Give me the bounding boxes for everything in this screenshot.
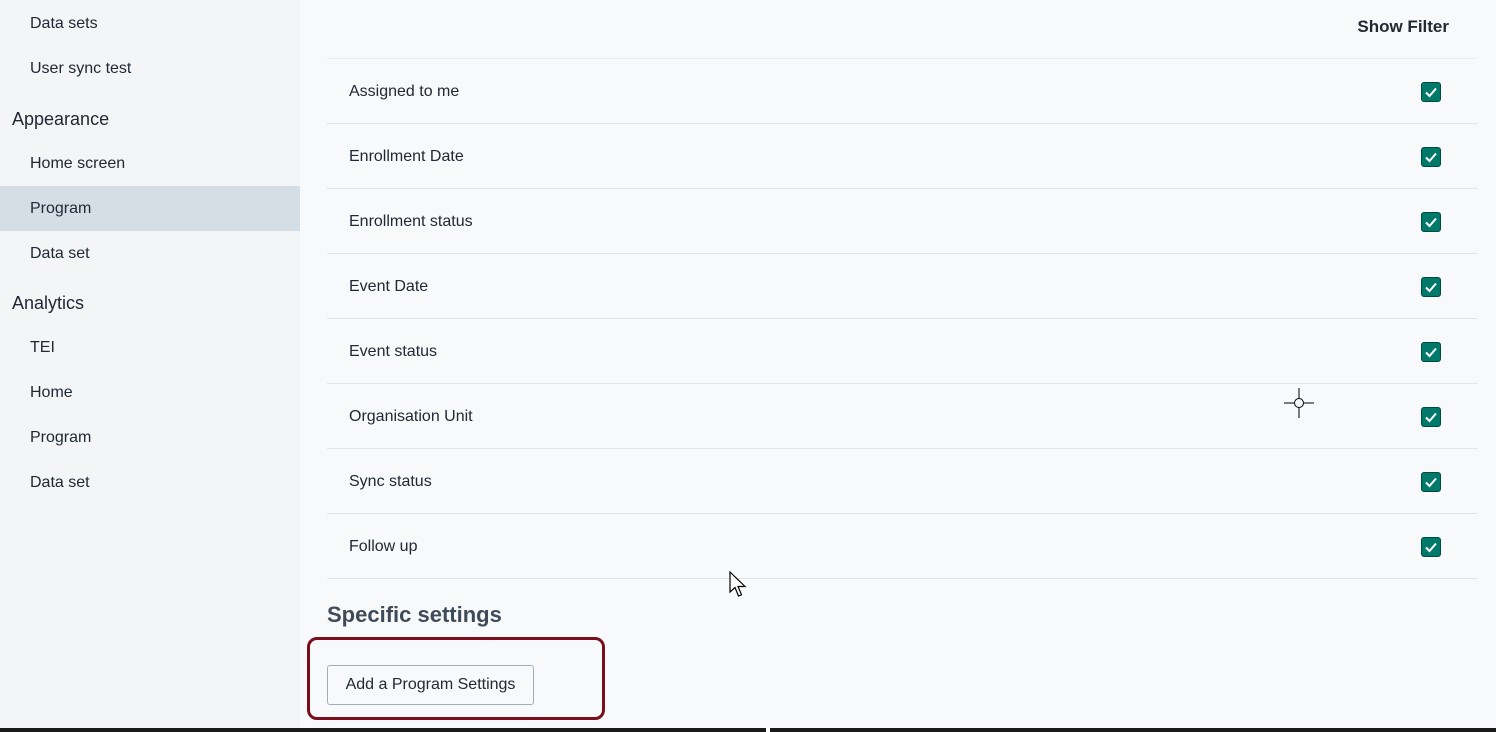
check-icon [1425,217,1437,228]
sidebar-item-label: Data set [30,244,90,262]
sidebar-item-label: Data set [30,473,90,491]
filter-row: Enrollment Date [327,124,1477,189]
bottom-bar [0,728,1496,732]
filter-row: Event status [327,319,1477,384]
filter-checkbox[interactable] [1421,537,1441,557]
sidebar-item-data-set[interactable]: Data set [0,231,300,276]
check-icon [1425,87,1437,98]
filter-checkbox[interactable] [1421,212,1441,232]
filter-checkbox[interactable] [1421,277,1441,297]
mouse-pointer-icon [729,571,747,597]
sidebar-item-label: TEI [30,338,55,356]
sidebar-item-data-sets[interactable]: Data sets [0,1,300,46]
check-icon [1425,542,1437,553]
add-program-settings-button[interactable]: Add a Program Settings [327,665,534,705]
filter-checkbox[interactable] [1421,342,1441,362]
filter-label: Sync status [349,472,432,490]
sidebar-item-tei[interactable]: TEI [0,325,300,370]
sidebar-item-user-sync-test[interactable]: User sync test [0,46,300,91]
filter-checkbox[interactable] [1421,82,1441,102]
filter-label: Assigned to me [349,82,460,100]
sidebar: Data sets User sync test Appearance Home… [0,0,300,728]
filter-label: Event Date [349,277,429,295]
crosshair-cursor-icon [1284,388,1314,418]
sidebar-group-appearance: Appearance [12,108,110,129]
filter-row: Sync status [327,449,1477,514]
check-icon [1425,152,1437,163]
check-icon [1425,347,1437,358]
sidebar-item-label: Home screen [30,154,126,172]
sidebar-item-analytics-data-set[interactable]: Data set [0,460,300,505]
filter-label: Follow up [349,537,418,555]
filter-label: Enrollment status [349,212,473,230]
sidebar-item-label: Program [30,428,92,446]
filter-row: Event Date [327,254,1477,319]
filter-label: Event status [349,342,438,360]
filter-row: Follow up [327,514,1477,579]
sidebar-item-program[interactable]: Program [0,186,300,231]
bottom-marker [766,728,770,732]
sidebar-item-label: Program [30,199,92,217]
sidebar-item-analytics-program[interactable]: Program [0,415,300,460]
filter-checkbox[interactable] [1421,147,1441,167]
check-icon [1425,477,1437,488]
filter-row: Assigned to me [327,59,1477,124]
filter-label: Organisation Unit [349,407,473,425]
check-icon [1425,412,1437,423]
filter-row: Enrollment status [327,189,1477,254]
sidebar-item-label: Data sets [30,14,98,32]
filter-label: Enrollment Date [349,147,464,165]
sidebar-item-home[interactable]: Home [0,370,300,415]
sidebar-item-home-screen[interactable]: Home screen [0,141,300,186]
filter-checkbox[interactable] [1421,407,1441,427]
check-icon [1425,282,1437,293]
specific-settings-title: Specific settings [327,602,502,627]
sidebar-item-label: Home [30,383,73,401]
filter-checkbox[interactable] [1421,472,1441,492]
sidebar-item-label: User sync test [30,59,132,77]
sidebar-group-analytics: Analytics [12,292,85,313]
app: Data sets User sync test Appearance Home… [0,0,1496,732]
show-filter-header: Show Filter [1357,17,1449,36]
main-content: Show Filter Assigned to me Enrollment Da… [300,0,1496,728]
